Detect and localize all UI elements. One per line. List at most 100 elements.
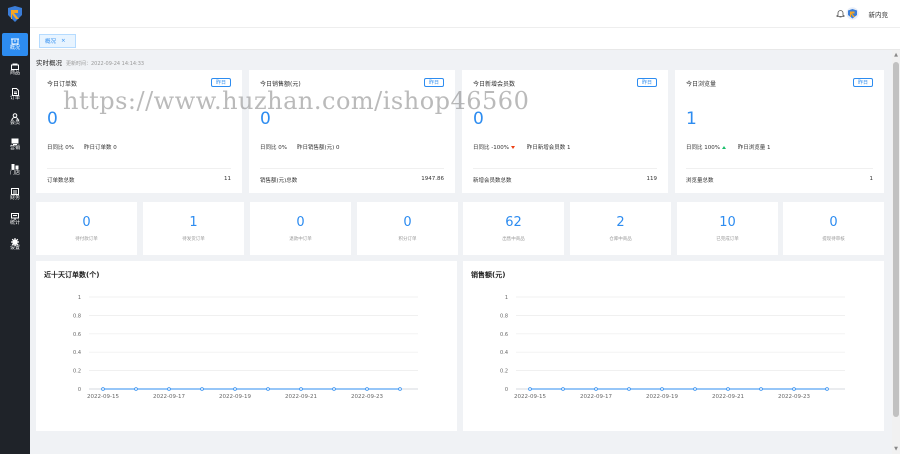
stat-label: 已完成订单 bbox=[716, 237, 739, 242]
day-on-day: 日同比 0% bbox=[47, 145, 74, 151]
kpi-compare: 日同比 -100% 昨日新增会员数 1 bbox=[473, 143, 570, 151]
kpi-title: 今日浏览量 bbox=[686, 81, 717, 88]
stat-label: 待发货订单 bbox=[182, 237, 205, 242]
yesterday-tag[interactable]: 昨日 bbox=[210, 78, 231, 87]
stat-label: 待付款订单 bbox=[75, 237, 98, 242]
day-on-day-text: 日同比 100% bbox=[686, 145, 720, 151]
yesterday-value: 昨日销售额(元) 0 bbox=[296, 145, 340, 151]
scrollbar[interactable]: ▲ ▼ bbox=[892, 50, 900, 454]
yesterday-tag[interactable]: 昨日 bbox=[636, 78, 657, 87]
sidebar-item-label: 订单 bbox=[9, 94, 20, 101]
sidebar-item-stats[interactable]: 统计 bbox=[0, 208, 30, 231]
stat-label: 积分订单 bbox=[398, 237, 417, 242]
data-point bbox=[561, 387, 565, 391]
sidebar-item-settings[interactable]: 设置 bbox=[0, 233, 30, 256]
sidebar-item-finance[interactable]: 财务 bbox=[0, 183, 30, 206]
sidebar-item-overview[interactable]: 概况 bbox=[2, 33, 28, 56]
x-tick-label: 2022-09-17 bbox=[153, 394, 185, 400]
y-tick-label: 0.6 bbox=[73, 332, 81, 338]
divider bbox=[47, 168, 231, 169]
x-tick-label: 2022-09-23 bbox=[351, 394, 383, 400]
sidebar-item-label: 财务 bbox=[9, 194, 20, 201]
day-on-day-text: 日同比 -100% bbox=[473, 145, 509, 151]
data-point bbox=[398, 387, 402, 391]
x-tick-label: 2022-09-21 bbox=[712, 394, 744, 400]
stat-tile[interactable]: 2 仓库中商品 bbox=[570, 202, 671, 255]
user-name[interactable]: 新内竞 bbox=[869, 9, 889, 19]
data-point bbox=[200, 387, 204, 391]
y-tick-label: 0.8 bbox=[500, 313, 508, 319]
tab-label: 概况 bbox=[45, 39, 57, 45]
scroll-up-icon[interactable]: ▲ bbox=[893, 52, 899, 58]
tabs-bar: 概况 × bbox=[30, 28, 900, 50]
kpi-compare: 日同比 0% 昨日订单数 0 bbox=[47, 143, 117, 151]
yesterday-tag[interactable]: 昨日 bbox=[423, 78, 444, 87]
stat-tile[interactable]: 10 已完成订单 bbox=[677, 202, 778, 255]
data-point bbox=[594, 387, 598, 391]
total-value: 1 bbox=[869, 176, 874, 182]
sidebar-item-members[interactable]: 会员 bbox=[0, 108, 30, 131]
sidebar-item-label: 商品 bbox=[9, 69, 20, 76]
stat-value: 1 bbox=[189, 215, 198, 230]
sidebar-item-store[interactable]: 门店 bbox=[0, 158, 30, 181]
stat-value: 0 bbox=[403, 215, 412, 230]
chart-panel-orders: 近十天订单数(个) 0 0.2 0.4 0.6 0.8 1 2022-09-15 2022-0… bbox=[36, 261, 457, 431]
kpi-value: 0 bbox=[47, 109, 58, 129]
scroll-down-icon[interactable]: ▼ bbox=[893, 446, 899, 452]
notification-bell-icon[interactable] bbox=[836, 9, 845, 18]
kpi-card-views: 今日浏览量 昨日 1 日同比 100% 昨日浏览量 1 浏览量总数 1 bbox=[675, 70, 884, 193]
data-point bbox=[726, 387, 730, 391]
total-value: 11 bbox=[224, 176, 231, 182]
stat-tile[interactable]: 0 待付款订单 bbox=[36, 202, 137, 255]
stat-tile[interactable]: 0 退款中订单 bbox=[250, 202, 351, 255]
tab-overview[interactable]: 概况 × bbox=[39, 34, 76, 48]
sidebar: 概况 商品 订单 会员 营销 门店 财务 统计 设置 bbox=[0, 0, 30, 454]
sidebar-item-marketing[interactable]: 营销 bbox=[0, 133, 30, 156]
day-on-day: 日同比 0% bbox=[260, 145, 287, 151]
data-point bbox=[266, 387, 270, 391]
yesterday-value: 昨日新增会员数 1 bbox=[526, 145, 571, 151]
total-label: 浏览量总数 bbox=[686, 178, 714, 184]
y-tick-label: 1 bbox=[505, 295, 508, 301]
avatar[interactable] bbox=[846, 7, 859, 20]
sidebar-item-label: 会员 bbox=[9, 119, 20, 126]
kpi-title: 今日销售额(元) bbox=[260, 81, 301, 88]
x-tick-label: 2022-09-15 bbox=[87, 394, 119, 400]
stat-value: 0 bbox=[296, 215, 305, 230]
stat-tile[interactable]: 0 提现待审核 bbox=[783, 202, 884, 255]
kpi-title: 今日订单数 bbox=[47, 81, 78, 88]
x-tick-label: 2022-09-17 bbox=[580, 394, 612, 400]
logo-icon[interactable] bbox=[6, 5, 24, 23]
day-on-day: 日同比 100% bbox=[686, 143, 728, 151]
stat-tile[interactable]: 1 待发货订单 bbox=[143, 202, 244, 255]
close-icon[interactable]: × bbox=[61, 38, 66, 44]
data-point bbox=[101, 387, 105, 391]
kpi-compare: 日同比 0% 昨日销售额(元) 0 bbox=[260, 143, 340, 151]
stat-tile[interactable]: 0 积分订单 bbox=[357, 202, 458, 255]
orders-line-chart: 0 0.2 0.4 0.6 0.8 1 2022-09-15 2022-09-17 2022-0… bbox=[73, 295, 418, 400]
y-tick-label: 0.8 bbox=[73, 313, 81, 319]
kpi-compare: 日同比 100% 昨日浏览量 1 bbox=[686, 143, 770, 151]
y-tick-label: 0.2 bbox=[500, 369, 508, 375]
sidebar-nav: 概况 商品 订单 会员 营销 门店 财务 统计 设置 bbox=[0, 33, 30, 258]
sidebar-item-orders[interactable]: 订单 bbox=[0, 83, 30, 106]
down-arrow-icon bbox=[510, 146, 515, 149]
y-tick-label: 0 bbox=[505, 387, 508, 393]
scrollbar-thumb[interactable] bbox=[893, 62, 899, 417]
dashboard-content: 实时概况 更新时间：2022-09-24 14:14:33 今日订单数 昨日 0… bbox=[30, 52, 892, 454]
sidebar-item-label: 营销 bbox=[9, 144, 20, 151]
stat-value: 0 bbox=[829, 215, 838, 230]
stat-tile[interactable]: 62 出售中商品 bbox=[463, 202, 564, 255]
sidebar-item-goods[interactable]: 商品 bbox=[0, 58, 30, 81]
y-tick-label: 0 bbox=[78, 387, 81, 393]
data-point bbox=[792, 387, 796, 391]
chart-panel-sales: 销售额(元) 0 0.2 0.4 0.6 0.8 1 2022-09-15 2022-09-1… bbox=[463, 261, 884, 431]
up-arrow-icon bbox=[721, 146, 726, 149]
kpi-value: 0 bbox=[473, 109, 484, 129]
yesterday-tag[interactable]: 昨日 bbox=[852, 78, 873, 87]
total-label: 新增会员数总数 bbox=[473, 178, 512, 184]
y-tick-label: 1 bbox=[78, 295, 81, 301]
y-tick-label: 0.4 bbox=[73, 350, 81, 356]
section-title: 实时概况 bbox=[36, 59, 62, 67]
y-tick-label: 0.6 bbox=[500, 332, 508, 338]
